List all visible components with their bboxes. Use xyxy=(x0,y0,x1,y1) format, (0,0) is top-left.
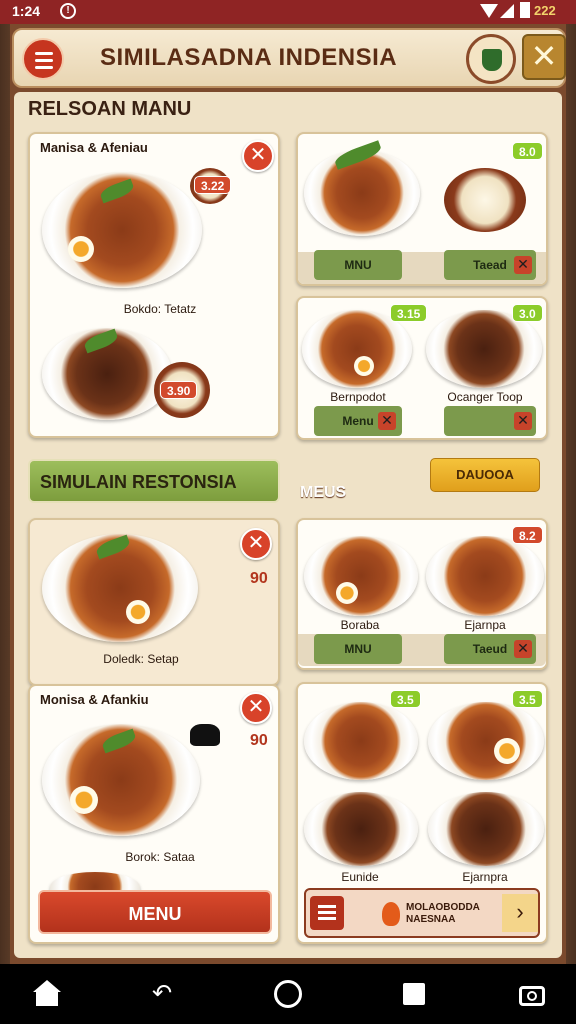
header: SIMILASADNA INDENSIA ✕ xyxy=(12,28,566,88)
remove-button[interactable]: ✕ xyxy=(240,692,272,724)
egg-decor xyxy=(68,236,94,262)
battery-level: 222 xyxy=(534,3,556,18)
dish-image xyxy=(304,536,418,616)
menu-card[interactable]: 8.2 Boraba Ejarnpa MNU Taeud ✕ xyxy=(296,518,548,670)
price-badge: 3.22 xyxy=(194,176,232,194)
menu-card-featured[interactable]: Manisa & Afeniau ✕ 3.22 Bokdo: Tetatz 3.… xyxy=(28,132,280,438)
close-icon[interactable]: ✕ xyxy=(522,34,566,80)
signal-icon xyxy=(500,4,514,18)
menu-card[interactable]: ✕ 90 Doledk: Setap xyxy=(28,518,280,686)
bull-icon xyxy=(190,724,220,746)
notification-icon: ! xyxy=(60,3,76,19)
hamburger-icon[interactable] xyxy=(22,38,64,80)
menus-heading: MEUS xyxy=(300,484,347,501)
price-chip: 3.15 xyxy=(390,304,428,322)
promo-text: MOLAOBODDA NAESNAA xyxy=(406,902,480,926)
remove-icon[interactable]: ✕ xyxy=(514,256,532,274)
dish-caption: Ejarnpra xyxy=(462,870,508,884)
price-chip: 3.0 xyxy=(512,304,543,322)
price-badge: 3.90 xyxy=(160,381,198,399)
dish-image xyxy=(428,702,544,780)
card-title: Monisa & Afankiu xyxy=(40,692,149,707)
dish-image xyxy=(304,150,420,236)
orange-action-button[interactable]: DAUOOA xyxy=(430,458,540,492)
menu-card[interactable]: 8.0 MNU Taead ✕ xyxy=(296,132,548,286)
remove-button[interactable]: ✕ xyxy=(240,528,272,560)
card-title: Manisa & Afeniau xyxy=(40,140,148,155)
promo-bar[interactable]: MOLAOBODDA NAESNAA › xyxy=(304,888,540,938)
egg-decor xyxy=(70,786,98,814)
dish-caption: Ejarnpa xyxy=(464,618,506,632)
promo-line-1: MOLAOBODDA xyxy=(406,902,480,913)
restaurant-banner[interactable]: SIMULAIN RESTONSIA xyxy=(28,459,280,503)
rice-bowl-image xyxy=(444,168,526,232)
flame-icon xyxy=(382,902,400,926)
clock: 1:24 xyxy=(12,3,41,19)
hamburger-icon[interactable] xyxy=(310,896,344,930)
app-title: SIMILASADNA INDENSIA xyxy=(100,44,398,71)
dish-image xyxy=(304,702,418,780)
remove-icon[interactable]: ✕ xyxy=(378,412,396,430)
dish-caption: Boraba xyxy=(340,618,380,632)
dish-caption: Ocanger Toop xyxy=(447,390,523,404)
dish-caption: Eunide xyxy=(341,870,379,884)
price-chip: 3.5 xyxy=(512,690,543,708)
egg-decor xyxy=(336,582,358,604)
remove-icon[interactable]: ✕ xyxy=(514,412,532,430)
egg-decor xyxy=(354,356,374,376)
section-title: RELSOAN MANU xyxy=(28,98,192,120)
price-chip: 8.2 xyxy=(512,526,543,544)
dish-caption: Borok: Sataa xyxy=(125,850,195,864)
egg-decor xyxy=(494,738,520,764)
dish-image xyxy=(304,792,418,866)
remove-button[interactable]: ✕ xyxy=(242,140,274,172)
remove-icon[interactable]: ✕ xyxy=(514,640,532,658)
home-icon[interactable] xyxy=(33,980,61,1008)
price-chip: 8.0 xyxy=(512,142,543,160)
banner-label: SIMULAIN RESTONSIA xyxy=(40,472,237,492)
menu-button[interactable]: MENU xyxy=(38,890,272,934)
battery-icon xyxy=(520,2,530,18)
menu-card[interactable]: 3.15 3.0 Bernpodot Ocanger Toop Menu ✕ ✕ xyxy=(296,296,548,440)
restaurant-logo xyxy=(466,34,516,84)
home-circle-icon[interactable] xyxy=(274,980,302,1008)
chevron-right-icon[interactable]: › xyxy=(502,894,538,932)
status-bar: 1:24 ! 222 xyxy=(0,0,576,24)
dish-caption: Doledk: Setap xyxy=(103,652,179,666)
recents-icon[interactable] xyxy=(400,980,428,1008)
price-label: 90 xyxy=(250,732,268,749)
menu-button[interactable]: MNU xyxy=(314,250,402,280)
egg-decor xyxy=(126,600,150,624)
back-icon[interactable]: ↶ xyxy=(148,980,176,1008)
price-chip: 3.5 xyxy=(390,690,421,708)
price-label: 90 xyxy=(250,570,268,587)
menu-button[interactable]: MNU xyxy=(314,634,402,664)
dish-image xyxy=(426,536,544,616)
promo-line-2: NAESNAA xyxy=(406,914,456,925)
dish-caption: Bokdo: Tetatz xyxy=(123,302,197,316)
dish-caption: Bernpodot xyxy=(330,390,386,404)
dish-image xyxy=(428,792,544,866)
system-nav-bar: ↶ xyxy=(0,964,576,1024)
wifi-icon xyxy=(480,4,498,18)
camera-icon[interactable] xyxy=(518,980,546,1008)
